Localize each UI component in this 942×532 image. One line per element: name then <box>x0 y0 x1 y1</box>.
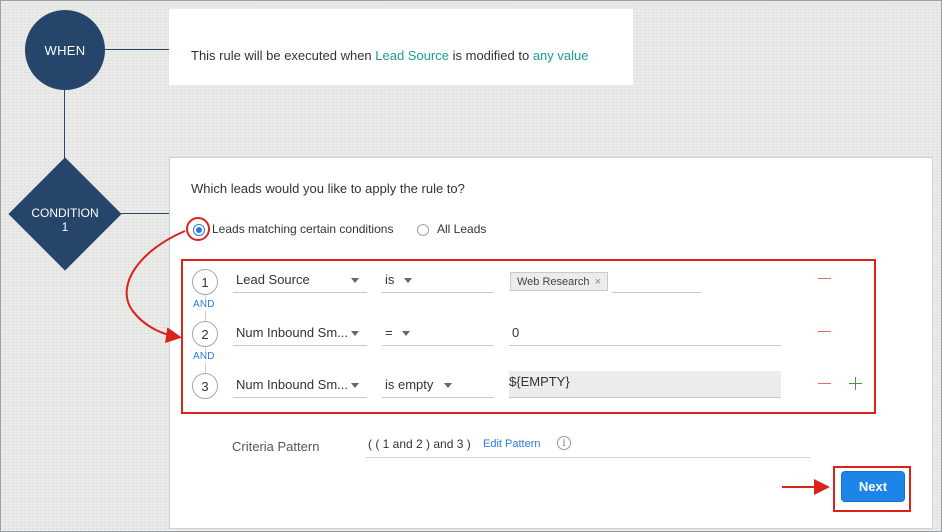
curved-annotation-arrow <box>125 230 186 344</box>
annotation-arrows <box>125 230 830 495</box>
